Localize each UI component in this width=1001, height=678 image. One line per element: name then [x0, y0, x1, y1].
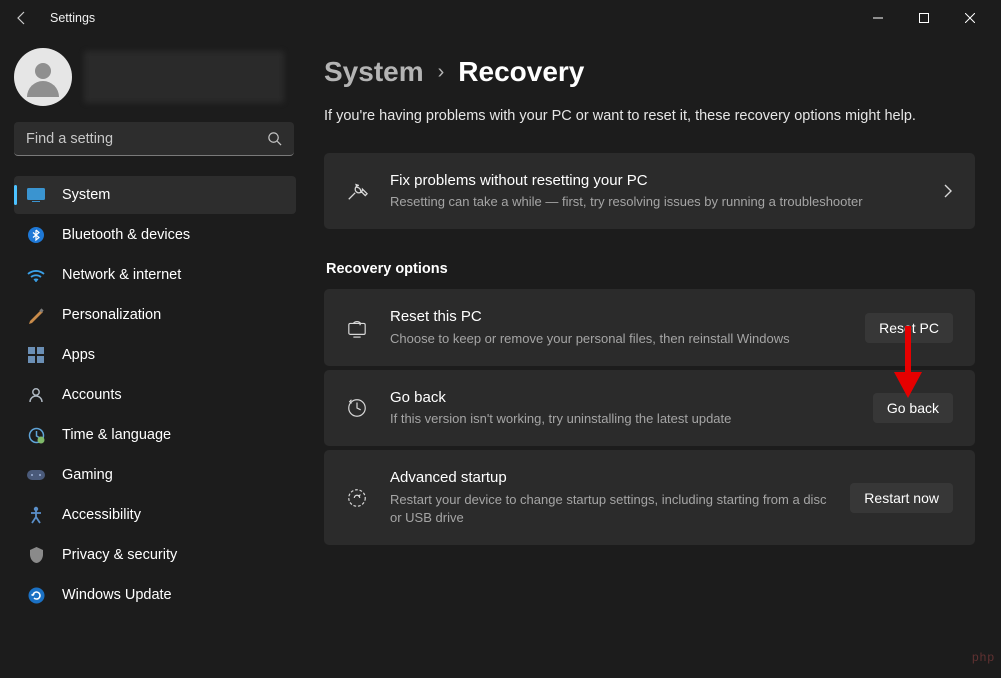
- nav-item-network[interactable]: Network & internet: [14, 256, 296, 294]
- go-back-button[interactable]: Go back: [873, 393, 953, 423]
- nav-item-bluetooth[interactable]: Bluetooth & devices: [14, 216, 296, 254]
- nav-item-accessibility[interactable]: Accessibility: [14, 496, 296, 534]
- card-title: Advanced startup: [390, 468, 836, 488]
- reset-pc-card: Reset this PC Choose to keep or remove y…: [324, 289, 975, 365]
- search-box[interactable]: [14, 122, 294, 156]
- minimize-button[interactable]: [855, 2, 901, 34]
- gaming-icon: [26, 465, 46, 485]
- card-subtitle: Resetting can take a while — first, try …: [390, 193, 933, 211]
- breadcrumb-parent[interactable]: System: [324, 56, 424, 88]
- nav-item-personalization[interactable]: Personalization: [14, 296, 296, 334]
- go-back-card: Go back If this version isn't working, t…: [324, 370, 975, 446]
- search-icon: [267, 131, 282, 146]
- sidebar: System Bluetooth & devices Network & int…: [0, 36, 304, 678]
- system-icon: [26, 185, 46, 205]
- nav-label: Accessibility: [62, 507, 141, 523]
- nav-item-system[interactable]: System: [14, 176, 296, 214]
- reset-pc-button[interactable]: Reset PC: [865, 313, 953, 343]
- watermark: php: [972, 650, 995, 664]
- titlebar: Settings: [0, 0, 1001, 36]
- reset-icon: [346, 318, 368, 338]
- card-subtitle: Choose to keep or remove your personal f…: [390, 330, 851, 348]
- nav-item-time-language[interactable]: Time & language: [14, 416, 296, 454]
- advanced-startup-card: Advanced startup Restart your device to …: [324, 450, 975, 545]
- bluetooth-icon: [26, 225, 46, 245]
- nav-list: System Bluetooth & devices Network & int…: [14, 176, 296, 614]
- nav-label: Gaming: [62, 467, 113, 483]
- breadcrumb-current: Recovery: [458, 56, 584, 88]
- wrench-icon: [346, 180, 368, 202]
- nav-item-apps[interactable]: Apps: [14, 336, 296, 374]
- search-input[interactable]: [26, 131, 267, 147]
- network-icon: [26, 265, 46, 285]
- nav-label: Privacy & security: [62, 547, 177, 563]
- window-controls: [855, 2, 993, 34]
- card-title: Reset this PC: [390, 307, 851, 327]
- nav-label: Bluetooth & devices: [62, 227, 190, 243]
- nav-item-privacy-security[interactable]: Privacy & security: [14, 536, 296, 574]
- card-subtitle: Restart your device to change startup se…: [390, 491, 836, 527]
- accounts-icon: [26, 385, 46, 405]
- card-title: Fix problems without resetting your PC: [390, 171, 933, 191]
- fix-problems-card[interactable]: Fix problems without resetting your PC R…: [324, 153, 975, 229]
- breadcrumb: System › Recovery: [324, 56, 975, 88]
- nav-label: Network & internet: [62, 267, 181, 283]
- nav-label: Personalization: [62, 307, 161, 323]
- personalization-icon: [26, 305, 46, 325]
- apps-icon: [26, 345, 46, 365]
- go-back-icon: [346, 397, 368, 419]
- card-subtitle: If this version isn't working, try unins…: [390, 410, 859, 428]
- accessibility-icon: [26, 505, 46, 525]
- back-button[interactable]: [8, 4, 36, 32]
- restart-now-button[interactable]: Restart now: [850, 483, 953, 513]
- chevron-right-icon: [943, 184, 953, 198]
- nav-label: Accounts: [62, 387, 122, 403]
- close-button[interactable]: [947, 2, 993, 34]
- nav-label: Time & language: [62, 427, 171, 443]
- section-title: Recovery options: [326, 261, 975, 277]
- nav-label: Apps: [62, 347, 95, 363]
- main-content: System › Recovery If you're having probl…: [304, 36, 1001, 678]
- profile-info-redacted: [84, 51, 284, 103]
- windows-update-icon: [26, 585, 46, 605]
- nav-item-gaming[interactable]: Gaming: [14, 456, 296, 494]
- advanced-startup-icon: [346, 487, 368, 509]
- maximize-button[interactable]: [901, 2, 947, 34]
- breadcrumb-separator-icon: ›: [438, 61, 445, 84]
- nav-item-accounts[interactable]: Accounts: [14, 376, 296, 414]
- avatar: [14, 48, 72, 106]
- card-title: Go back: [390, 388, 859, 408]
- nav-label: System: [62, 187, 110, 203]
- privacy-icon: [26, 545, 46, 565]
- window-title: Settings: [50, 11, 95, 25]
- page-intro: If you're having problems with your PC o…: [324, 106, 975, 127]
- time-language-icon: [26, 425, 46, 445]
- nav-item-windows-update[interactable]: Windows Update: [14, 576, 296, 614]
- profile-block[interactable]: [14, 48, 296, 106]
- nav-label: Windows Update: [62, 587, 172, 603]
